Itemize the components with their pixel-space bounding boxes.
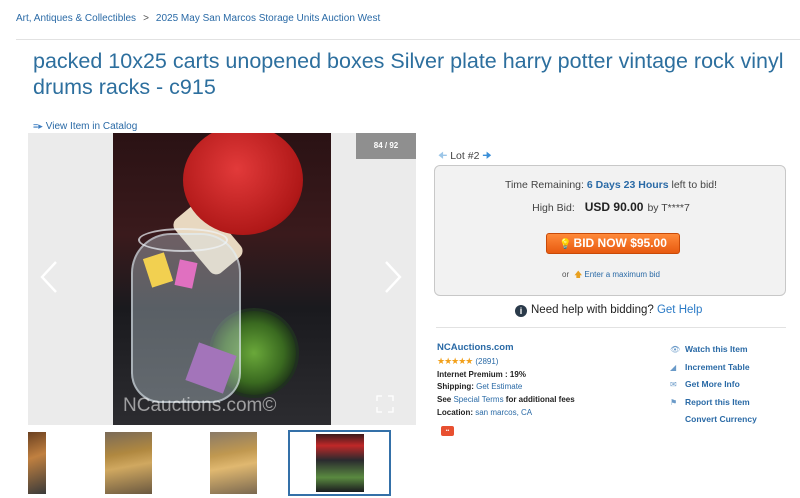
watch-item-label: Watch this Item	[685, 344, 748, 354]
page-title: packed 10x25 carts unopened boxes Silver…	[33, 49, 784, 99]
bid-now-button[interactable]: 💡 BID NOW $95.00	[546, 233, 680, 254]
get-help-link[interactable]: Get Help	[657, 304, 702, 316]
high-bid-value: USD 90.00	[584, 200, 644, 214]
bid-now-label: BID NOW $95.00	[573, 236, 667, 250]
breadcrumb: Art, Antiques & Collectibles >2025 May Sa…	[16, 13, 380, 24]
help-divider	[436, 327, 786, 328]
watch-item-link[interactable]: 👁 Watch this Item	[670, 341, 757, 359]
convert-currency-link[interactable]: Convert Currency	[670, 411, 757, 428]
shipping-label: Shipping:	[437, 382, 474, 392]
flag-icon: ⚑	[670, 397, 678, 407]
item-actions: 👁 Watch this Item ◢ Increment Table ✉ Get M…	[670, 341, 757, 428]
enter-max-bid-link[interactable]: Enter a maximum bid	[584, 270, 660, 279]
seller-name-link[interactable]: NCAuctions.com	[437, 342, 575, 355]
get-estimate-link[interactable]: Get Estimate	[476, 382, 522, 391]
breadcrumb-separator: >	[143, 13, 149, 24]
increment-table-label: Increment Table	[685, 361, 750, 372]
list-icon: ≡▸	[33, 121, 43, 131]
high-bid: High Bid: USD 90.00 by T****7	[435, 200, 787, 214]
thumbnail[interactable]	[105, 432, 152, 494]
next-image-arrow-icon[interactable]	[380, 258, 406, 296]
time-remaining-label: Time Remaining:	[504, 179, 584, 191]
thumbnail-selected[interactable]	[288, 430, 391, 496]
terms-suffix: for additional fees	[505, 395, 575, 405]
bidding-help: i Need help with bidding? Get Help	[515, 304, 702, 317]
up-arrow-icon: 🡅	[574, 270, 583, 279]
watermark: NCauctions.com©	[123, 395, 277, 416]
convert-currency-label: Convert Currency	[685, 414, 757, 425]
location-label: Location:	[437, 407, 473, 417]
view-in-catalog-label: View Item in Catalog	[45, 121, 138, 132]
lot-number: Lot #2	[450, 150, 480, 162]
previous-lot-arrow-icon[interactable]: 🠈	[438, 151, 447, 162]
mail-icon: ✉	[670, 380, 677, 390]
max-bid-or: or	[562, 270, 570, 279]
eye-icon: 👁	[670, 345, 681, 354]
fullscreen-icon[interactable]	[376, 395, 394, 413]
internet-premium-label: Internet Premium :	[437, 369, 508, 379]
image-viewer: NCauctions.com© 84 / 92	[28, 133, 416, 425]
internet-premium-value: 19%	[509, 369, 526, 379]
thumbnail-strip	[28, 430, 416, 498]
time-remaining: Time Remaining: 6 Days 23 Hours left to …	[435, 179, 787, 191]
breadcrumb-auction-link[interactable]: 2025 May San Marcos Storage Units Auctio…	[156, 13, 380, 24]
lot-photo[interactable]	[113, 133, 331, 425]
get-more-info-link[interactable]: ✉ Get More Info	[670, 376, 757, 394]
report-item-label: Report this Item	[685, 396, 750, 407]
high-bid-label: High Bid:	[532, 202, 575, 214]
get-more-info-label: Get More Info	[685, 379, 740, 390]
rating-count-link[interactable]: (2891)	[475, 357, 498, 366]
bid-panel: Time Remaining: 6 Days 23 Hours left to …	[434, 165, 786, 296]
terms-see: See	[437, 395, 452, 405]
thumbnail[interactable]	[210, 432, 257, 494]
lot-navigation: 🠈 Lot #2 🠊	[438, 149, 492, 166]
thumbnail[interactable]	[28, 432, 46, 494]
help-text: Need help with bidding?	[531, 304, 654, 316]
time-remaining-value: 6 Days 23 Hours	[586, 179, 669, 191]
rating-stars: ★★★★★	[437, 355, 473, 366]
special-terms-link[interactable]: Special Terms	[453, 395, 503, 404]
report-item-link[interactable]: ⚑ Report this Item	[670, 394, 757, 412]
view-in-catalog-link[interactable]: ≡▸ View Item in Catalog	[33, 121, 137, 132]
previous-image-arrow-icon[interactable]	[36, 258, 62, 296]
image-counter: 84 / 92	[356, 133, 416, 159]
breadcrumb-category-link[interactable]: Art, Antiques & Collectibles	[16, 13, 136, 24]
high-bid-bidder: by T****7	[647, 202, 690, 214]
lightbulb-icon: 💡	[559, 239, 572, 250]
info-icon: i	[515, 305, 527, 317]
location-value: san marcos, CA	[475, 407, 533, 417]
header-divider	[16, 39, 800, 40]
increment-icon: ◢	[670, 362, 677, 372]
seller-info: NCAuctions.com ★★★★★ (2891) Internet Prem…	[437, 342, 575, 420]
rss-icon[interactable]: ••	[441, 426, 454, 436]
max-bid-row: or 🡅 Enter a maximum bid	[435, 269, 787, 283]
next-lot-arrow-icon[interactable]: 🠊	[482, 151, 491, 162]
increment-table-link[interactable]: ◢ Increment Table	[670, 359, 757, 377]
time-remaining-suffix: left to bid!	[671, 179, 718, 191]
